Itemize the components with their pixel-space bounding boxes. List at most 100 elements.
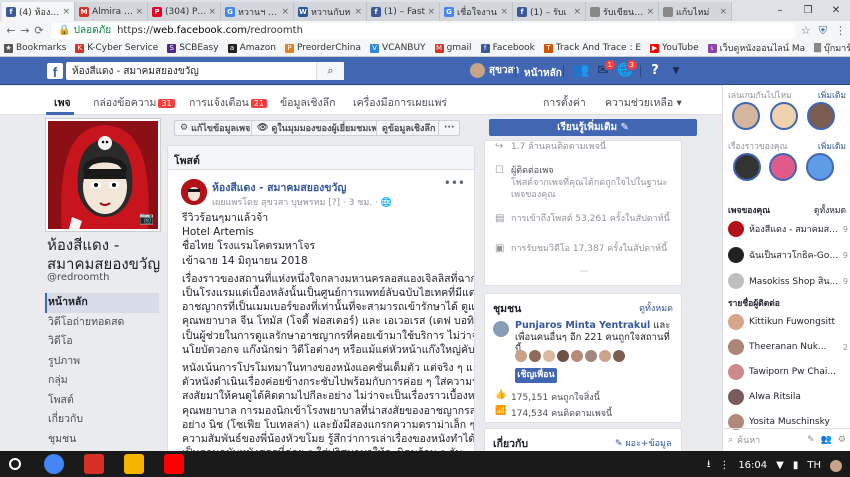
view-insights-button[interactable]: ดูข้อมูลเชิงลึก xyxy=(376,120,442,136)
avatar[interactable] xyxy=(529,350,541,362)
drive-app-icon[interactable] xyxy=(124,454,144,474)
story-avatar[interactable] xyxy=(732,102,760,130)
chat-search[interactable]: ⌕ ค้นหา ✎ 👥 ⚙ xyxy=(723,428,850,451)
close-icon[interactable]: × xyxy=(646,7,654,17)
bookmark-item[interactable]: ★ Bookmarks xyxy=(4,43,66,53)
community-see-all-link[interactable]: ดูทั้งหมด xyxy=(639,301,673,315)
left-menu-item[interactable]: โพสต์ xyxy=(45,391,159,411)
avatar[interactable] xyxy=(571,350,583,362)
menu-icon[interactable]: ⋮ xyxy=(719,460,729,471)
left-menu-item[interactable]: หน้าหลัก xyxy=(45,293,159,313)
sidebar-page-item[interactable]: ฉันเป็นสาวโกธิค-Got... 9 xyxy=(728,244,848,266)
camera-icon[interactable]: 📷 xyxy=(139,211,154,225)
story-avatar[interactable] xyxy=(770,102,798,130)
tab-settings[interactable]: การตั้งค่า xyxy=(543,94,586,111)
close-window-icon[interactable]: ✕ xyxy=(822,5,850,16)
download-icon[interactable]: ⭳ xyxy=(707,457,711,474)
bookmark-item[interactable]: S SCBEasy xyxy=(167,43,219,53)
page-profile-picture[interactable]: 📷 xyxy=(46,119,160,231)
close-icon[interactable]: × xyxy=(281,7,289,17)
extension-icon[interactable]: ⛨ xyxy=(819,24,827,38)
system-tray[interactable]: ⭳ ⋮ 16:04 ▼ ▮ TH xyxy=(707,457,842,474)
info-more[interactable]: ··· xyxy=(485,267,681,277)
bookmark-item[interactable]: V VCANBUY xyxy=(369,43,426,53)
tab-page[interactable]: เพจ xyxy=(54,94,71,111)
bookmark-item[interactable]: T Track And Trace : E xyxy=(543,43,641,53)
group-icon[interactable]: 👥 xyxy=(821,435,832,445)
clock[interactable]: 16:04 xyxy=(738,460,767,471)
browser-tab[interactable]: Gหวานฯ free× xyxy=(221,2,294,21)
facebook-logo-icon[interactable]: f xyxy=(47,63,63,80)
input-language[interactable]: TH xyxy=(807,460,821,471)
tab-inbox[interactable]: กล่องข้อความ 31 xyxy=(93,94,175,111)
chrome-app-icon[interactable] xyxy=(44,454,64,474)
youtube-app-icon[interactable] xyxy=(164,454,184,474)
help-icon[interactable]: ? xyxy=(647,63,663,79)
browser-tab[interactable]: M Almira Ay × xyxy=(75,2,148,21)
browser-tab[interactable]: f (4) ห้องสีแ × xyxy=(2,2,75,21)
avatar[interactable] xyxy=(515,350,527,362)
gmail-app-icon[interactable] xyxy=(84,454,104,474)
account-menu-icon[interactable]: ▼ xyxy=(668,63,684,79)
notifications-icon[interactable]: 🌐 3 xyxy=(617,59,638,79)
contact-item[interactable]: Alwa Ritsila xyxy=(728,386,848,408)
friend-requests-icon[interactable]: 👥 xyxy=(573,63,589,79)
tab-notifications[interactable]: การแจ้งเตือน 21 xyxy=(189,94,268,111)
left-menu-item[interactable]: ชุมชน xyxy=(45,430,159,450)
left-menu-item[interactable]: วิดีโอ xyxy=(45,332,159,352)
bookmark-item[interactable]: f Facebook xyxy=(480,43,535,53)
post-author-avatar[interactable] xyxy=(181,179,207,205)
close-icon[interactable]: × xyxy=(354,7,362,17)
search-icon[interactable]: ⌕ xyxy=(316,62,344,80)
reload-icon[interactable]: ⟳ xyxy=(32,24,46,37)
bookmark-item[interactable]: Mgmail xyxy=(434,43,472,53)
menu-icon[interactable]: ⋮ xyxy=(835,24,846,38)
left-menu-item[interactable]: วิดีโอถ่ายทอดสด xyxy=(45,313,159,333)
contact-item[interactable]: Kittikun Fuwongsitt xyxy=(728,311,848,333)
view-as-visitor-button[interactable]: 👁 ดูในมุมมองของผู้เยี่ยมชมเพจ xyxy=(251,120,389,136)
story-avatar[interactable] xyxy=(769,153,797,181)
contact-item[interactable]: Theeranan Nuk... 2 xyxy=(728,336,848,358)
avatar[interactable] xyxy=(599,350,611,362)
about-edit-link[interactable]: ✎ ผอะ+ข้อมูล xyxy=(615,436,671,450)
games-more-link[interactable]: เพิ่มเติม xyxy=(818,88,846,102)
tab-publishing-tools[interactable]: เครื่องมือการเผยแพร่ xyxy=(353,94,447,111)
sidebar-page-item[interactable]: ห้องสีแดง - สมาคมส... 9 xyxy=(728,218,848,240)
tab-insights[interactable]: ข้อมูลเชิงลึก xyxy=(280,94,335,111)
edit-page-info-button[interactable]: ⚙ แก้ไขข้อมูลเพจ xyxy=(174,120,257,136)
post-options-icon[interactable]: ••• xyxy=(444,176,465,190)
compose-icon[interactable]: ✎ xyxy=(807,435,815,445)
user-avatar[interactable] xyxy=(830,459,842,472)
browser-tab[interactable]: f (1) – รับเ × xyxy=(513,2,586,21)
avatar[interactable] xyxy=(557,350,569,362)
page-username[interactable]: @redroomth xyxy=(47,272,110,283)
browser-tab[interactable]: แก้บไหม่ × xyxy=(659,2,732,21)
avatar[interactable] xyxy=(613,350,625,362)
tab-help[interactable]: ความช่วยเหลือ ▾ xyxy=(605,94,682,111)
avatar[interactable] xyxy=(585,350,597,362)
forward-icon[interactable]: → xyxy=(18,24,32,37)
bookmark-item[interactable]: เเว็บดูหนังออนไลน์ Ma xyxy=(707,41,805,55)
avatar[interactable] xyxy=(543,350,555,362)
left-menu-item[interactable]: กลุ่ม xyxy=(45,371,159,391)
maximize-icon[interactable]: ❐ xyxy=(794,5,822,16)
browser-tab[interactable]: P (304) Pint × xyxy=(148,2,221,21)
bookmark-item[interactable]: ▶ YouTube xyxy=(650,43,699,53)
contact-item[interactable]: Tawiporn Pw Chai... xyxy=(728,361,848,383)
browser-tab[interactable]: รับเขียนคอ × xyxy=(586,2,659,21)
bookmark-star-icon[interactable]: ☆ xyxy=(801,24,811,38)
bookmark-item[interactable]: K K-Cyber Service xyxy=(75,43,158,53)
story-avatar[interactable] xyxy=(733,153,761,181)
other-bookmarks[interactable]: ▇บุ๊กมาร์กอื่นๆ xyxy=(814,41,850,55)
stories-more-link[interactable]: เพิ่มเติม xyxy=(818,139,846,153)
close-icon[interactable]: × xyxy=(208,7,216,17)
story-avatar[interactable] xyxy=(807,102,835,130)
bookmark-item[interactable]: a Amazon xyxy=(227,43,276,53)
your-pages-see-all[interactable]: ดูทั้งหมด xyxy=(814,203,846,217)
close-icon[interactable]: × xyxy=(62,7,70,17)
close-icon[interactable]: × xyxy=(500,7,508,17)
left-menu-item[interactable]: เกี่ยวกับ xyxy=(45,410,159,430)
url-input[interactable]: 🔒 ปลอดภัย https://web.facebook.com/redro… xyxy=(52,22,795,39)
close-icon[interactable]: × xyxy=(573,7,581,17)
invite-friends-button[interactable]: เชิญเพื่อน xyxy=(515,368,557,383)
